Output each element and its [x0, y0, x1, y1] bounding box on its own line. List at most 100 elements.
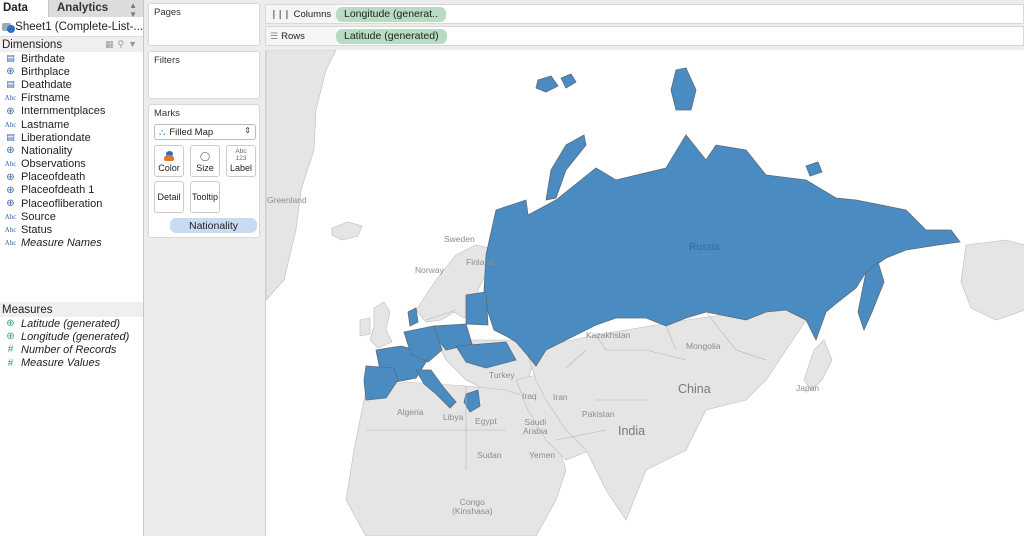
field-item[interactable]: ⊕ Placeofdeath — [0, 171, 143, 184]
data-source[interactable]: Sheet1 (Complete-List-... — [0, 17, 143, 37]
latitude-pill[interactable]: Latitude (generated) — [336, 28, 447, 44]
pages-card[interactable]: Pages — [148, 3, 260, 46]
field-item[interactable]: ⊕ Latitude (generated) — [0, 317, 143, 330]
columns-shelf-label: ❙❙❙ Columns — [266, 5, 336, 23]
alaska-shape — [960, 239, 1024, 321]
label-mongolia: Mongolia — [686, 341, 721, 351]
data-pane-tabs: Data Analytics ▲ ▼ — [0, 0, 143, 19]
field-item[interactable]: Abc Status — [0, 223, 143, 236]
calendar-icon: ▤ — [6, 79, 15, 90]
tableau-workspace: Data Analytics ▲ ▼ Sheet1 (Complete-List-… — [0, 0, 1024, 536]
field-item[interactable]: ⊕ Longitude (generated) — [0, 330, 143, 343]
label-egypt: Egypt — [475, 416, 497, 426]
arctic-islands-shape[interactable] — [560, 73, 577, 89]
grid-view-icon[interactable]: ▦ — [105, 39, 114, 50]
dimensions-title: Dimensions — [2, 38, 63, 51]
label-icon: Abc 123 — [235, 148, 247, 162]
field-item[interactable]: Abc Measure Names — [0, 237, 143, 250]
label-finland: Finland — [466, 257, 494, 267]
field-item[interactable]: # Measure Values — [0, 357, 143, 370]
marks-title: Marks — [154, 108, 180, 119]
hash-icon: # — [7, 357, 14, 369]
map-view[interactable]: Greenland Sweden Norway Finland Russia K… — [265, 50, 1024, 536]
abc-icon: Abc — [4, 160, 17, 169]
columns-shelf[interactable]: ❙❙❙ Columns Longitude (generat.. — [265, 4, 1024, 24]
field-name: Longitude (generated) — [21, 330, 130, 343]
longitude-pill[interactable]: Longitude (generat.. — [336, 6, 446, 22]
new-siberian-islands-shape[interactable] — [805, 161, 823, 177]
field-item[interactable]: Abc Source — [0, 210, 143, 223]
tooltip-label: Tooltip — [191, 192, 218, 202]
data-pane: Data Analytics ▲ ▼ Sheet1 (Complete-List-… — [0, 0, 144, 536]
label-norway: Norway — [415, 265, 444, 275]
tab-data[interactable]: Data — [0, 0, 48, 17]
severnaya-zemlya-shape[interactable] — [670, 67, 697, 111]
label-japan: Japan — [796, 383, 820, 393]
mark-type-value: Filled Map — [169, 126, 214, 138]
field-name: Latitude (generated) — [21, 317, 121, 330]
label-pakistan: Pakistan — [582, 409, 615, 419]
tab-analytics-label: Analytics — [57, 2, 109, 14]
measures-section: Measures ⊕ Latitude (generated) ⊕ Longitude… — [0, 302, 143, 370]
globe-icon: ⊕ — [6, 331, 15, 343]
dimensions-header: Dimensions ▦ ⚲ ▼ — [0, 37, 143, 52]
updown-arrows-icon[interactable]: ▲ ▼ — [129, 1, 137, 19]
baltics-shape[interactable] — [465, 291, 489, 326]
field-item[interactable]: ⊕ Birthplace — [0, 65, 143, 78]
greenland-shape — [266, 50, 337, 301]
tab-analytics[interactable]: Analytics ▲ ▼ — [48, 0, 143, 19]
abc-icon: Abc — [4, 94, 17, 103]
field-name: Observations — [21, 158, 86, 171]
datasource-icon — [2, 21, 16, 33]
field-name: Nationality — [21, 144, 73, 157]
field-name: Measure Names — [21, 237, 102, 250]
field-name: Birthplace — [21, 65, 70, 78]
mark-type-select[interactable]: ⛬ Filled Map ⇕ — [154, 124, 256, 140]
size-icon: ◯ — [199, 151, 211, 161]
field-item[interactable]: ⊕ Internmentplaces — [0, 105, 143, 118]
label-china: China — [678, 382, 711, 396]
label-button[interactable]: Abc 123 Label — [226, 145, 256, 177]
filters-card[interactable]: Filters — [148, 51, 260, 99]
abc-icon: Abc — [4, 226, 17, 235]
field-name: Placeofliberation — [21, 197, 103, 210]
field-item[interactable]: ▤ Deathdate — [0, 78, 143, 91]
tooltip-button[interactable]: Tooltip — [190, 181, 220, 213]
color-label: Color — [158, 163, 180, 173]
denmark-shape[interactable] — [407, 307, 419, 327]
globe-icon: ⊕ — [6, 105, 15, 117]
chevron-down-icon[interactable]: ▼ — [128, 39, 137, 50]
filters-title: Filters — [154, 55, 180, 66]
field-name: Number of Records — [21, 343, 117, 356]
calendar-icon: ▤ — [6, 132, 15, 143]
field-item[interactable]: ⊕ Placeofdeath 1 — [0, 184, 143, 197]
field-item[interactable]: ▤ Birthdate — [0, 52, 143, 65]
field-item[interactable]: ⊕ Placeofliberation — [0, 197, 143, 210]
field-item[interactable]: Abc Lastname — [0, 118, 143, 131]
pages-title: Pages — [154, 7, 181, 18]
globe-icon: ⊕ — [6, 171, 15, 183]
field-item[interactable]: Abc Firstname — [0, 92, 143, 105]
field-item[interactable]: ⊕ Nationality — [0, 144, 143, 157]
size-button[interactable]: ◯ Size — [190, 145, 220, 177]
abc-icon: Abc — [4, 120, 17, 129]
field-name: Placeofdeath — [21, 171, 86, 184]
rows-shelf[interactable]: ☰ Rows Latitude (generated) — [265, 26, 1024, 46]
color-icon — [164, 151, 174, 161]
search-icon[interactable]: ⚲ — [117, 39, 124, 50]
label-russia: Russia — [689, 242, 720, 253]
rows-label: Rows — [281, 30, 305, 42]
franz-josef-land-shape[interactable] — [535, 75, 559, 93]
globe-icon: ⊕ — [6, 184, 15, 196]
label-algeria: Algeria — [397, 407, 424, 417]
field-item[interactable]: # Number of Records — [0, 343, 143, 356]
field-item[interactable]: ▤ Liberationdate — [0, 131, 143, 144]
dimensions-tools: ▦ ⚲ ▼ — [105, 39, 137, 50]
detail-button[interactable]: Detail — [154, 181, 184, 213]
color-button[interactable]: Color — [154, 145, 184, 177]
nationality-color-pill[interactable]: Nationality — [170, 218, 257, 233]
field-item[interactable]: Abc Observations — [0, 158, 143, 171]
label-iraq: Iraq — [522, 391, 537, 401]
label-congo: Congo (Kinshasa) — [452, 497, 493, 516]
iceland-shape — [331, 221, 363, 241]
